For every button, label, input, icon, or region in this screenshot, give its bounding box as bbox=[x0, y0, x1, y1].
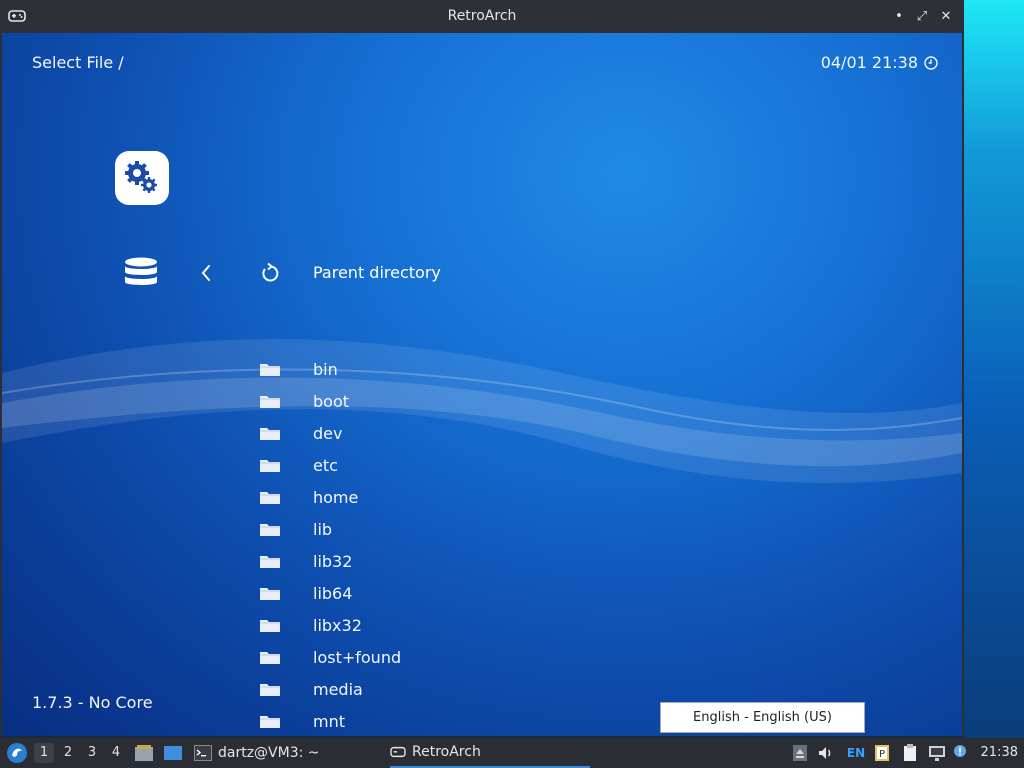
workspace-3[interactable]: 3 bbox=[82, 743, 102, 763]
folder-icon bbox=[260, 684, 280, 696]
datetime: 04/01 21:38 bbox=[821, 53, 938, 72]
window-title: RetroArch bbox=[447, 8, 517, 24]
taskbar: 1 2 3 4 dartz@VM3: ~ RetroArch EN P 21:3… bbox=[0, 738, 1024, 768]
breadcrumb: Select File / bbox=[32, 53, 124, 72]
refresh-icon[interactable] bbox=[260, 262, 280, 284]
clock-icon bbox=[924, 55, 938, 70]
keyboard-layout-tooltip: English - English (US) bbox=[660, 702, 865, 733]
list-item[interactable]: dev bbox=[258, 417, 558, 449]
datetime-text: 04/01 21:38 bbox=[820, 53, 918, 72]
database-icon[interactable] bbox=[124, 257, 158, 291]
list-item[interactable]: mnt bbox=[258, 705, 558, 736]
task-retroarch[interactable]: RetroArch bbox=[390, 738, 590, 768]
folder-icon bbox=[260, 364, 280, 376]
core-version-label: 1.7.3 - No Core bbox=[32, 693, 153, 712]
folder-icon bbox=[260, 556, 280, 568]
gamepad-icon bbox=[390, 746, 406, 758]
list-item[interactable]: libx32 bbox=[258, 609, 558, 641]
folder-icon bbox=[260, 620, 280, 632]
settings-tab[interactable] bbox=[115, 151, 169, 205]
list-item[interactable]: etc bbox=[258, 449, 558, 481]
list-item[interactable]: bin bbox=[258, 353, 558, 385]
close-button[interactable]: ✕ bbox=[937, 8, 955, 26]
list-item[interactable]: lib32 bbox=[258, 545, 558, 577]
task-label: RetroArch bbox=[412, 744, 481, 760]
list-item-label: dev bbox=[313, 423, 343, 443]
volume-icon[interactable] bbox=[816, 743, 836, 763]
workspace-1[interactable]: 1 bbox=[34, 743, 54, 763]
folder-icon bbox=[260, 524, 280, 536]
list-item-label: media bbox=[313, 679, 363, 699]
folder-icon bbox=[260, 428, 280, 440]
file-manager-icon[interactable] bbox=[134, 743, 154, 763]
workspace-4[interactable]: 4 bbox=[106, 743, 126, 763]
list-item-label: lib64 bbox=[313, 583, 353, 603]
start-menu-icon[interactable] bbox=[6, 742, 28, 764]
folder-icon bbox=[260, 492, 280, 504]
gears-icon bbox=[125, 161, 157, 193]
list-item-label: lost+found bbox=[313, 647, 402, 667]
list-item-label: libx32 bbox=[313, 615, 362, 635]
list-item-label: etc bbox=[313, 455, 338, 475]
list-item[interactable]: home bbox=[258, 481, 558, 513]
list-item[interactable]: lib bbox=[258, 513, 558, 545]
parcellite-icon[interactable]: P bbox=[872, 743, 892, 763]
retroarch-window: RetroArch • ⤢ ✕ Select File / 04/01 21:3… bbox=[0, 0, 964, 736]
list-item[interactable]: lib64 bbox=[258, 577, 558, 609]
clipboard-icon[interactable] bbox=[900, 743, 920, 763]
list-item-label: lib bbox=[313, 519, 333, 539]
folder-icon bbox=[260, 716, 280, 728]
list-item-label: lib32 bbox=[313, 551, 353, 571]
maximize-button[interactable]: ⤢ bbox=[913, 8, 931, 26]
list-item[interactable]: media bbox=[258, 673, 558, 705]
terminal-icon bbox=[194, 745, 212, 761]
keyboard-layout-indicator[interactable]: EN bbox=[844, 743, 868, 763]
folder-icon bbox=[260, 460, 280, 472]
chevron-left-icon[interactable] bbox=[198, 263, 214, 283]
parent-directory-item[interactable]: Parent directory bbox=[313, 263, 441, 282]
list-item-label: home bbox=[313, 487, 359, 507]
retroarch-menu: Select File / 04/01 21:38 Parent directo… bbox=[2, 33, 962, 736]
list-item[interactable]: boot bbox=[258, 385, 558, 417]
list-item-label: bin bbox=[313, 359, 338, 379]
folder-icon bbox=[260, 588, 280, 600]
network-icon[interactable] bbox=[927, 743, 947, 763]
desktop-background bbox=[964, 0, 1024, 738]
notification-icon[interactable] bbox=[952, 743, 972, 763]
folder-icon bbox=[260, 396, 280, 408]
list-item-label: boot bbox=[313, 391, 350, 411]
svg-text:P: P bbox=[879, 749, 885, 760]
minimize-button[interactable]: • bbox=[890, 8, 908, 26]
workspace-2[interactable]: 2 bbox=[58, 743, 78, 763]
list-item[interactable]: lost+found bbox=[258, 641, 558, 673]
title-bar[interactable]: RetroArch • ⤢ ✕ bbox=[0, 0, 964, 33]
folder-icon bbox=[260, 652, 280, 664]
show-desktop-icon[interactable] bbox=[163, 743, 183, 763]
task-terminal[interactable]: dartz@VM3: ~ bbox=[194, 738, 320, 768]
task-label: dartz@VM3: ~ bbox=[218, 745, 320, 761]
eject-icon[interactable] bbox=[790, 743, 810, 763]
taskbar-clock[interactable]: 21:38 bbox=[981, 738, 1018, 768]
list-item-label: mnt bbox=[313, 711, 345, 731]
